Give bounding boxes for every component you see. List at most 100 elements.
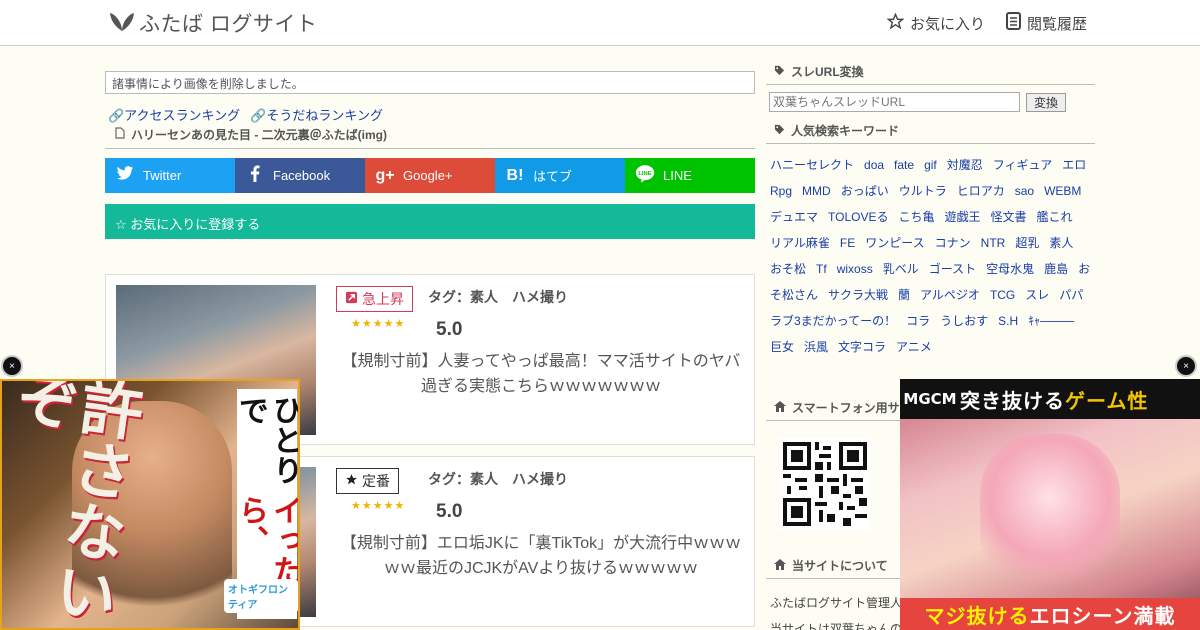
close-left-ad-button[interactable]: × bbox=[1, 355, 23, 377]
ad-top-text-2: ゲーム性 bbox=[1065, 390, 1149, 413]
facebook-label: Facebook bbox=[273, 168, 331, 183]
star-filled-icon bbox=[345, 473, 358, 489]
rating-score: 5.0 bbox=[436, 501, 463, 522]
history-label: 閲覧履歴 bbox=[1027, 15, 1088, 33]
add-to-favorites-button[interactable]: ☆ お気に入りに登録する bbox=[105, 204, 755, 239]
hatena-bookmark-button[interactable]: B! はてブ bbox=[495, 158, 625, 193]
facebook-share-button[interactable]: Facebook bbox=[235, 158, 365, 193]
keyword-link[interactable]: 対魔忍 bbox=[947, 158, 983, 172]
keyword-link[interactable]: アルペジオ bbox=[920, 288, 980, 302]
deleted-images-notice: 諸事情により画像を削除しました。 bbox=[105, 71, 755, 94]
url-convert-heading: スレURL変換 bbox=[766, 59, 1095, 85]
keyword-link[interactable]: 文字コラ bbox=[838, 340, 886, 354]
about-text-line: 当サイトは双葉ちゃんの bbox=[770, 622, 903, 630]
article-title-link[interactable]: 【規制寸前】人妻ってやっぱ最高！ママ活サイトのヤバ過ぎる実態こちらｗｗｗｗｗｗｗ bbox=[336, 349, 746, 399]
right-ad-banner[interactable]: MGCM 突き抜けるゲーム性 マジ抜ける エロシーン満載 bbox=[900, 379, 1200, 630]
ad-brand-logo: MGCM bbox=[903, 390, 957, 408]
twitter-share-button[interactable]: Twitter bbox=[105, 158, 235, 193]
keyword-link[interactable]: ウルトラ bbox=[899, 184, 947, 198]
document-icon bbox=[1006, 12, 1021, 34]
keyword-link[interactable]: リアル麻雀 bbox=[770, 236, 830, 250]
standard-badge-label: 定番 bbox=[362, 473, 390, 489]
keyword-link[interactable]: デュエマ bbox=[770, 210, 818, 224]
thread-title-text: ハリーセンあの見た目 - 二次元裏＠ふたば(img) bbox=[131, 128, 387, 142]
rating-stars: ★★★★★ bbox=[351, 500, 406, 512]
keyword-link[interactable]: うしおす bbox=[940, 314, 988, 328]
keyword-link[interactable]: 艦これ bbox=[1037, 210, 1073, 224]
keyword-link[interactable]: 遊戯王 bbox=[945, 210, 981, 224]
keyword-link[interactable]: コラ bbox=[906, 314, 930, 328]
tag-icon bbox=[774, 65, 785, 79]
ad-bottom-text-1: マジ抜ける bbox=[924, 605, 1030, 628]
ranking-links: 🔗アクセスランキング 🔗そうだねランキング bbox=[108, 105, 383, 124]
keyword-link[interactable]: ｷｬ──── bbox=[1028, 314, 1074, 328]
access-ranking-link[interactable]: 🔗アクセスランキング bbox=[108, 105, 240, 124]
keyword-link[interactable]: 巨女 bbox=[770, 340, 794, 354]
leaf-icon bbox=[109, 10, 135, 37]
left-ad-banner[interactable]: 許さないぞ ひとりで イったら、 オトギフロンティア bbox=[0, 379, 300, 630]
keyword-link[interactable]: ヒロアカ bbox=[957, 184, 1005, 198]
close-right-ad-button[interactable]: × bbox=[1175, 355, 1197, 377]
keyword-link[interactable]: wixoss bbox=[837, 262, 873, 276]
favorites-link[interactable]: お気に入り bbox=[886, 12, 985, 34]
site-header: ふたば ログサイト お気に入り 閲覧履歴 bbox=[0, 0, 1200, 46]
keyword-link[interactable]: S.H bbox=[998, 314, 1018, 328]
about-heading-text: 当サイトについて bbox=[792, 559, 888, 573]
keyword-link[interactable]: コナン bbox=[935, 236, 971, 250]
keyword-heading: 人気検索キーワード bbox=[766, 118, 1095, 144]
keyword-link[interactable]: 怪文書 bbox=[991, 210, 1027, 224]
keyword-link[interactable]: FE bbox=[840, 236, 855, 250]
convert-button[interactable]: 変換 bbox=[1026, 93, 1066, 112]
keyword-link[interactable]: ワンピース bbox=[865, 236, 924, 250]
keyword-link[interactable]: 浜風 bbox=[804, 340, 828, 354]
keyword-link[interactable]: Tf bbox=[816, 262, 827, 276]
keyword-link[interactable]: 蘭 bbox=[898, 288, 910, 302]
site-logo[interactable]: ふたば ログサイト bbox=[109, 10, 317, 36]
keyword-link[interactable]: gif bbox=[924, 158, 937, 172]
keyword-link[interactable]: WEBM bbox=[1044, 184, 1081, 198]
keyword-link[interactable]: サクラ大戦 bbox=[828, 288, 888, 302]
svg-text:LINE: LINE bbox=[638, 171, 651, 177]
soudane-ranking-link[interactable]: 🔗そうだねランキング bbox=[250, 105, 383, 124]
keyword-link[interactable]: スレ bbox=[1025, 288, 1049, 302]
keyword-link[interactable]: 乳ベル bbox=[883, 262, 919, 276]
keyword-link[interactable]: sao bbox=[1015, 184, 1034, 198]
home-icon bbox=[774, 558, 786, 573]
twitter-label: Twitter bbox=[143, 168, 182, 183]
google-plus-share-button[interactable]: g+ Google+ bbox=[365, 158, 495, 193]
trending-icon bbox=[345, 291, 358, 307]
tag-icon bbox=[774, 124, 785, 138]
keyword-link[interactable]: fate bbox=[894, 158, 914, 172]
keyword-link[interactable]: 空母水鬼 bbox=[986, 262, 1034, 276]
keyword-link[interactable]: ハニーセレクト bbox=[770, 158, 854, 172]
keyword-heading-text: 人気検索キーワード bbox=[791, 124, 900, 138]
article-title-link[interactable]: 【規制寸前】エロ垢JKに「裏TikTok」が大流行中ｗｗｗｗｗ最近のJCJKがA… bbox=[336, 531, 746, 581]
about-text-line: ふたばログサイト管理人 bbox=[770, 596, 903, 610]
keyword-link[interactable]: 鹿島 bbox=[1044, 262, 1068, 276]
star-icon bbox=[886, 12, 905, 34]
qr-code bbox=[779, 438, 871, 530]
keyword-link[interactable]: こち亀 bbox=[898, 210, 934, 224]
ad-character-art bbox=[980, 434, 1120, 594]
keyword-link[interactable]: おそ松 bbox=[770, 262, 806, 276]
file-icon bbox=[115, 127, 125, 142]
keyword-link[interactable]: 素人 bbox=[1049, 236, 1073, 250]
ad-top-text-1: 突き抜ける bbox=[960, 390, 1065, 413]
thread-url-input[interactable] bbox=[769, 92, 1020, 112]
keyword-link[interactable]: ゴースト bbox=[929, 262, 976, 276]
ad-game-logo: オトギフロンティア bbox=[224, 579, 298, 613]
history-link[interactable]: 閲覧履歴 bbox=[1006, 12, 1088, 34]
keyword-link[interactable]: 超乳 bbox=[1015, 236, 1039, 250]
ad-vertical-line-1: ひとりで bbox=[234, 395, 300, 485]
line-share-button[interactable]: LINE LINE bbox=[625, 158, 755, 193]
keyword-link[interactable]: NTR bbox=[981, 236, 1006, 250]
google-plus-label: Google+ bbox=[403, 168, 453, 183]
keyword-link[interactable]: フィギュア bbox=[993, 158, 1053, 172]
keyword-link[interactable]: MMD bbox=[802, 184, 831, 198]
keyword-link[interactable]: アニメ bbox=[896, 340, 932, 354]
keyword-link[interactable]: おっぱい bbox=[841, 184, 889, 198]
keyword-link[interactable]: TOLOVEる bbox=[828, 210, 888, 224]
keyword-link[interactable]: TCG bbox=[990, 288, 1015, 302]
facebook-icon bbox=[245, 164, 265, 187]
keyword-link[interactable]: doa bbox=[864, 158, 884, 172]
